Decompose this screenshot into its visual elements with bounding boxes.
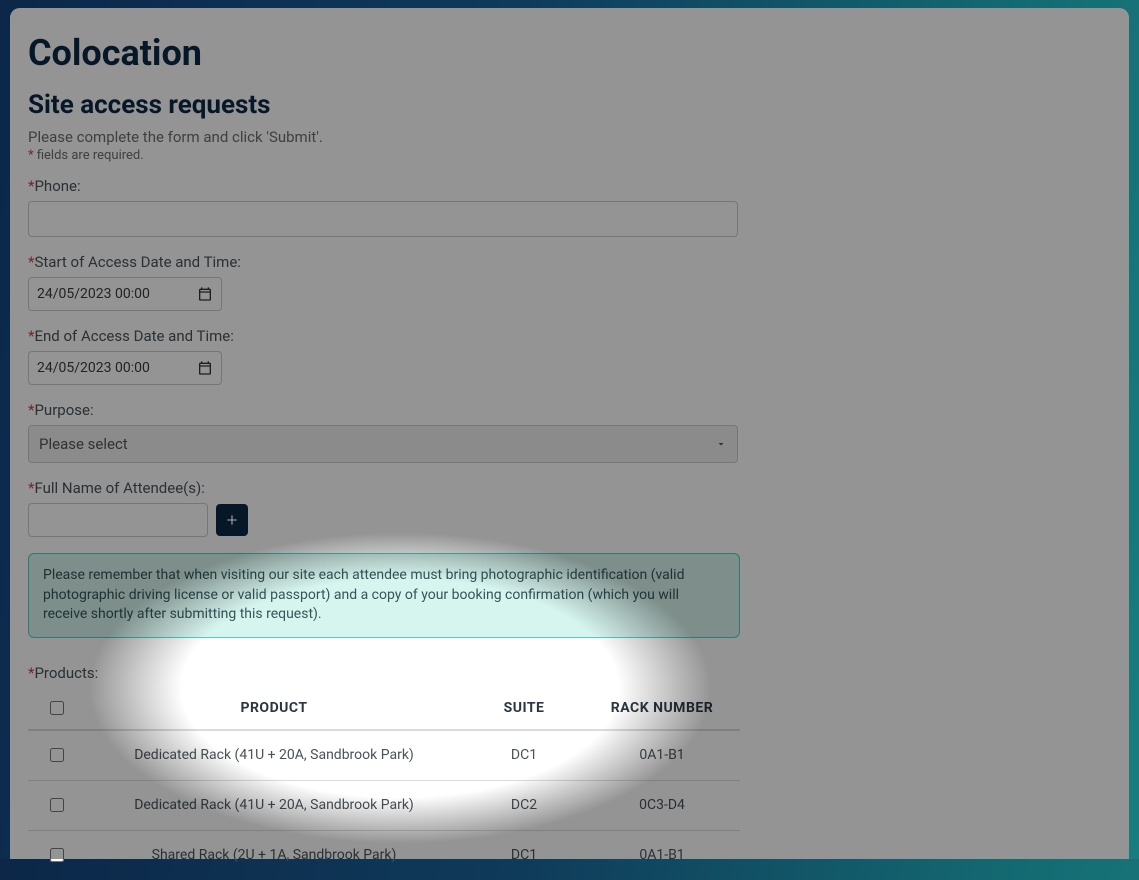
table-row: Dedicated Rack (41U + 20A, Sandbrook Par… xyxy=(28,780,740,830)
products-label: *Products: xyxy=(28,664,1111,682)
field-start-datetime: *Start of Access Date and Time: 24/05/20… xyxy=(28,253,1111,311)
start-datetime-input[interactable]: 24/05/2023 00:00 xyxy=(28,277,222,311)
products-table: PRODUCT SUITE RACK NUMBER Dedicated Rack… xyxy=(28,688,740,880)
cell-product: Dedicated Rack (41U + 20A, Sandbrook Par… xyxy=(84,780,464,830)
attendee-label: *Full Name of Attendee(s): xyxy=(28,479,1111,497)
cell-product: Dedicated Rack (41U + 20A, Sandbrook Par… xyxy=(84,730,464,781)
table-row: Shared Rack (2U + 1A, Sandbrook Park) DC… xyxy=(28,830,740,880)
purpose-label-text: Purpose: xyxy=(34,401,93,419)
row-checkbox[interactable] xyxy=(50,848,64,862)
start-datetime-value: 24/05/2023 00:00 xyxy=(37,286,191,302)
purpose-selected: Please select xyxy=(39,435,128,453)
cell-rack: 0C3-D4 xyxy=(584,780,740,830)
select-all-checkbox[interactable] xyxy=(50,701,64,715)
attendee-info-note: Please remember that when visiting our s… xyxy=(28,553,740,638)
plus-icon xyxy=(224,512,240,528)
add-attendee-button[interactable] xyxy=(216,504,248,536)
page-card: Colocation Site access requests Please c… xyxy=(10,8,1129,859)
cell-rack: 0A1-B1 xyxy=(584,830,740,880)
row-checkbox[interactable] xyxy=(50,748,64,762)
attendee-input[interactable] xyxy=(28,503,208,537)
chevron-down-icon xyxy=(715,438,727,450)
page-title: Colocation xyxy=(28,32,1111,74)
form-instructions: Please complete the form and click 'Subm… xyxy=(28,128,1111,146)
purpose-select[interactable]: Please select xyxy=(28,425,738,463)
col-rack: RACK NUMBER xyxy=(584,688,740,730)
cell-rack: 0A1-B1 xyxy=(584,730,740,781)
cell-suite: DC1 xyxy=(464,730,584,781)
cell-suite: DC1 xyxy=(464,830,584,880)
col-suite: SUITE xyxy=(464,688,584,730)
products-label-text: Products: xyxy=(34,664,98,682)
required-note-text: fields are required. xyxy=(34,148,144,163)
calendar-icon xyxy=(197,286,213,302)
cell-product: Shared Rack (2U + 1A, Sandbrook Park) xyxy=(84,830,464,880)
field-phone: *Phone: xyxy=(28,177,1111,237)
attendee-label-text: Full Name of Attendee(s): xyxy=(34,479,204,497)
cell-suite: DC2 xyxy=(464,780,584,830)
field-attendee: *Full Name of Attendee(s): xyxy=(28,479,1111,537)
field-end-datetime: *End of Access Date and Time: 24/05/2023… xyxy=(28,327,1111,385)
phone-label: *Phone: xyxy=(28,177,1111,195)
start-label-text: Start of Access Date and Time: xyxy=(34,253,240,271)
end-label: *End of Access Date and Time: xyxy=(28,327,1111,345)
row-checkbox[interactable] xyxy=(50,798,64,812)
section-title: Site access requests xyxy=(28,90,1111,120)
col-select-all xyxy=(28,688,84,730)
end-datetime-value: 24/05/2023 00:00 xyxy=(37,360,191,376)
calendar-icon xyxy=(197,360,213,376)
required-note: * fields are required. xyxy=(28,148,1111,163)
end-label-text: End of Access Date and Time: xyxy=(34,327,233,345)
field-products: *Products: PRODUCT SUITE RACK NUMBER Ded… xyxy=(28,664,1111,880)
start-label: *Start of Access Date and Time: xyxy=(28,253,1111,271)
end-datetime-input[interactable]: 24/05/2023 00:00 xyxy=(28,351,222,385)
field-purpose: *Purpose: Please select xyxy=(28,401,1111,463)
phone-label-text: Phone: xyxy=(34,177,80,195)
col-product: PRODUCT xyxy=(84,688,464,730)
phone-input[interactable] xyxy=(28,201,738,237)
table-row: Dedicated Rack (41U + 20A, Sandbrook Par… xyxy=(28,730,740,781)
purpose-label: *Purpose: xyxy=(28,401,1111,419)
